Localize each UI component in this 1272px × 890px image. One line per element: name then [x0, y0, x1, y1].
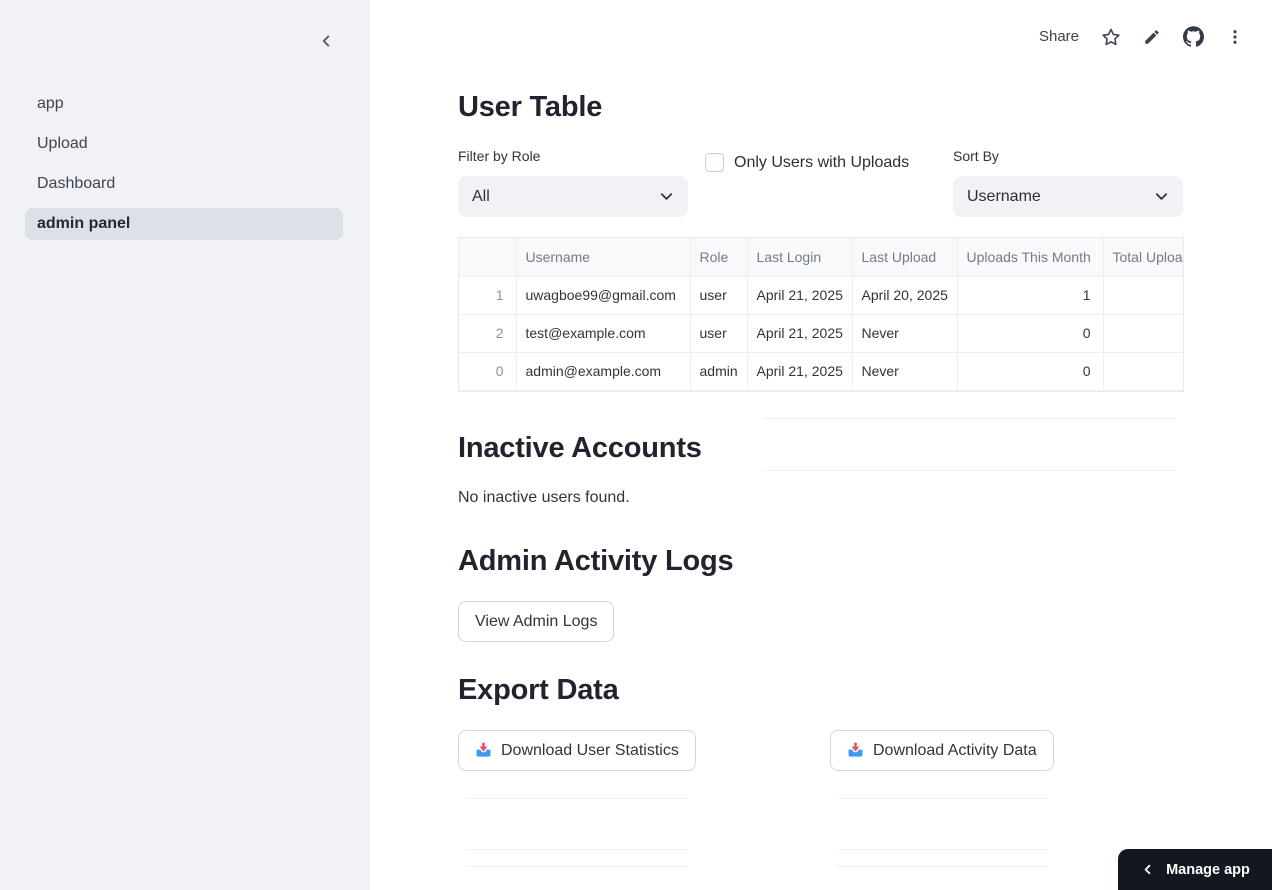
table-column-header[interactable]: Total Uploads	[1103, 238, 1183, 277]
placeholder-line	[837, 866, 1049, 867]
cell-username[interactable]: admin@example.com	[516, 352, 691, 391]
cell-uploads-this-month[interactable]: 1	[957, 276, 1104, 315]
table-column-header[interactable]: Last Login	[747, 238, 853, 277]
table-column-header[interactable]: Username	[516, 238, 691, 277]
table-header-row: Username Role Last Login Last Upload Upl…	[459, 238, 1183, 277]
cell-index[interactable]: 1	[459, 276, 517, 315]
user-table[interactable]: Username Role Last Login Last Upload Upl…	[458, 237, 1184, 392]
placeholder-line	[837, 849, 1049, 850]
cell-index[interactable]: 2	[459, 314, 517, 353]
main-content: User Table Filter by Role All Only Users…	[458, 0, 1184, 890]
cell-last-login[interactable]: April 21, 2025	[747, 276, 853, 315]
view-admin-logs-label: View Admin Logs	[475, 612, 598, 630]
share-button[interactable]: Share	[1039, 28, 1079, 45]
star-icon[interactable]	[1101, 27, 1121, 47]
cell-role[interactable]: user	[690, 276, 748, 315]
sort-by-field: Sort By Username	[953, 148, 1184, 217]
download-activity-data-button[interactable]: Download Activity Data	[830, 730, 1054, 771]
sidebar-nav-item[interactable]: app	[25, 88, 343, 120]
placeholder-line	[466, 798, 688, 799]
cell-last-upload[interactable]: April 20, 2025	[852, 276, 958, 315]
download-user-statistics-label: Download User Statistics	[501, 741, 679, 759]
view-admin-logs-button[interactable]: View Admin Logs	[458, 601, 615, 642]
table-column-header[interactable]: Uploads This Month	[957, 238, 1104, 277]
placeholder-line	[763, 418, 1177, 419]
only-users-with-uploads-option[interactable]: Only Users with Uploads	[705, 153, 909, 172]
filter-by-role-select[interactable]: All	[458, 176, 688, 217]
table-row: 2 test@example.com user April 21, 2025 N…	[459, 314, 1183, 353]
app-toolbar: Share	[1039, 26, 1244, 47]
cell-total-uploads[interactable]	[1103, 314, 1183, 353]
table-column-header[interactable]: Role	[690, 238, 748, 277]
filter-by-role-field: Filter by Role All	[458, 148, 689, 217]
sidebar-nav-item[interactable]: Upload	[25, 128, 343, 160]
placeholder-line	[763, 470, 1177, 471]
placeholder-line	[837, 798, 1049, 799]
cell-last-upload[interactable]: Never	[852, 352, 958, 391]
chevron-down-icon	[660, 193, 673, 200]
cell-uploads-this-month[interactable]: 0	[957, 314, 1104, 353]
cell-total-uploads[interactable]	[1103, 276, 1183, 315]
sidebar-collapse-button[interactable]	[314, 29, 338, 53]
cell-username[interactable]: uwagboe99@gmail.com	[516, 276, 691, 315]
only-users-with-uploads-label[interactable]: Only Users with Uploads	[734, 154, 909, 172]
overflow-menu-icon[interactable]	[1226, 28, 1244, 46]
cell-role[interactable]: user	[690, 314, 748, 353]
edit-icon[interactable]	[1143, 28, 1161, 46]
manage-app-button[interactable]: Manage app	[1118, 849, 1272, 890]
sidebar: app Upload Dashboard admin panel	[0, 0, 370, 890]
cell-index[interactable]: 0	[459, 352, 517, 391]
filters-row: Filter by Role All Only Users with Uploa…	[458, 148, 1184, 218]
cell-last-login[interactable]: April 21, 2025	[747, 314, 853, 353]
user-table-heading: User Table	[458, 91, 603, 123]
admin-activity-logs-heading: Admin Activity Logs	[458, 545, 734, 577]
github-icon[interactable]	[1183, 26, 1204, 47]
sort-by-value: Username	[967, 187, 1041, 205]
table-column-header[interactable]	[459, 238, 517, 277]
only-users-with-uploads-checkbox[interactable]	[705, 153, 724, 172]
inactive-accounts-message: No inactive users found.	[458, 489, 630, 506]
download-icon	[848, 742, 863, 757]
sort-by-label: Sort By	[953, 148, 999, 164]
chevron-down-icon	[1155, 193, 1168, 200]
export-data-heading: Export Data	[458, 674, 619, 706]
sort-by-select[interactable]: Username	[953, 176, 1183, 217]
placeholder-line	[466, 849, 688, 850]
placeholder-line	[466, 866, 688, 867]
chevron-left-icon	[1144, 864, 1151, 875]
download-activity-data-label: Download Activity Data	[873, 741, 1037, 759]
cell-role[interactable]: admin	[690, 352, 748, 391]
sidebar-nav-item[interactable]: admin panel	[25, 208, 343, 240]
table-row: 0 admin@example.com admin April 21, 2025…	[459, 352, 1183, 391]
chevron-left-icon	[322, 35, 330, 47]
inactive-accounts-heading: Inactive Accounts	[458, 432, 702, 464]
cell-uploads-this-month[interactable]: 0	[957, 352, 1104, 391]
cell-username[interactable]: test@example.com	[516, 314, 691, 353]
user-table-grid: Username Role Last Login Last Upload Upl…	[459, 238, 1183, 391]
sidebar-nav-item[interactable]: Dashboard	[25, 168, 343, 200]
cell-last-upload[interactable]: Never	[852, 314, 958, 353]
filter-by-role-label: Filter by Role	[458, 148, 541, 164]
table-row: 1 uwagboe99@gmail.com user April 21, 202…	[459, 276, 1183, 315]
table-column-header[interactable]: Last Upload	[852, 238, 958, 277]
cell-total-uploads[interactable]	[1103, 352, 1183, 391]
download-user-statistics-button[interactable]: Download User Statistics	[458, 730, 696, 771]
download-icon	[476, 742, 491, 757]
cell-last-login[interactable]: April 21, 2025	[747, 352, 853, 391]
manage-app-label: Manage app	[1166, 861, 1250, 878]
filter-by-role-value: All	[472, 187, 490, 205]
sidebar-nav: app Upload Dashboard admin panel	[25, 88, 343, 248]
